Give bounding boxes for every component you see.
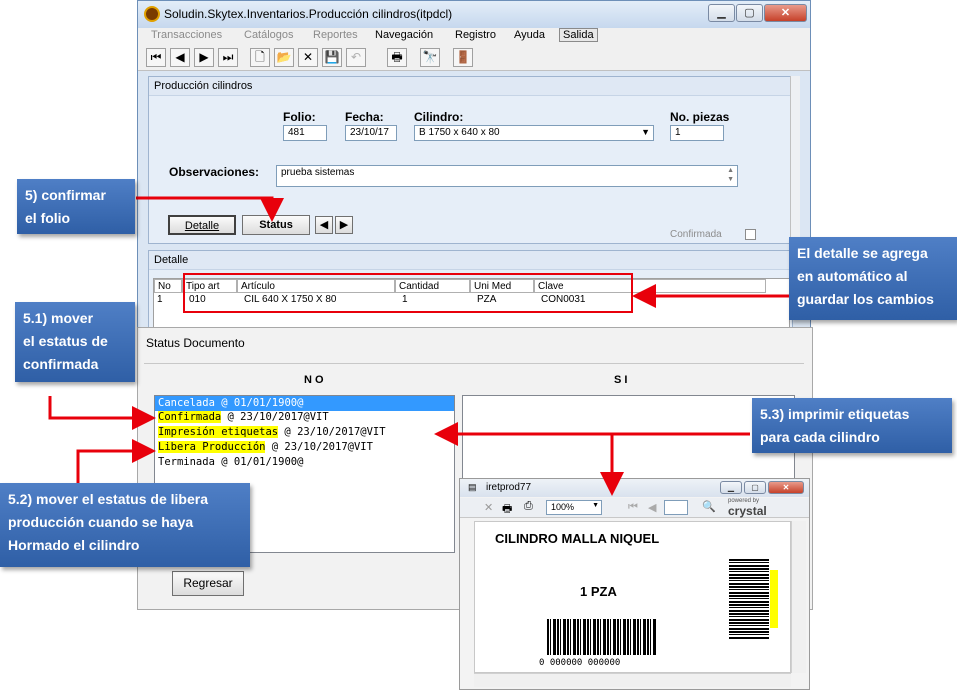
callout-detalle-automatico: El detalle se agrega en automático al gu… [789, 237, 957, 320]
callout-line: 5.3) imprimir etiquetas [760, 406, 910, 422]
arrow-confirmada [48, 396, 156, 430]
callout-line: en automático al [797, 268, 908, 284]
annotation-arrows [48, 196, 789, 496]
callout-line: 5) confirmar [25, 187, 106, 203]
callout-line: confirmada [23, 356, 99, 372]
callout-line: producción cuando se haya [8, 514, 194, 530]
callout-imprimir-etiquetas: 5.3) imprimir etiquetas para cada cilind… [752, 398, 952, 453]
arrow-confirmar [136, 196, 284, 222]
callout-line: Hormado el cilindro [8, 537, 140, 553]
callout-line: para cada cilindro [760, 429, 880, 445]
callout-confirmar-folio: 5) confirmar el folio [17, 179, 135, 234]
callout-line: El detalle se agrega [797, 245, 928, 261]
callout-line: 5.1) mover [23, 310, 94, 326]
callout-line: el folio [25, 210, 71, 226]
arrow-libera [76, 439, 156, 487]
callout-line: guardar los cambios [797, 291, 934, 307]
callout-line: 5.2) mover el estatus de libera [8, 491, 208, 507]
callout-libera-produccion: 5.2) mover el estatus de libera producci… [0, 483, 250, 567]
callout-estatus-confirmada: 5.1) mover el estatus de confirmada [15, 302, 135, 382]
callout-line: el estatus de [23, 333, 108, 349]
